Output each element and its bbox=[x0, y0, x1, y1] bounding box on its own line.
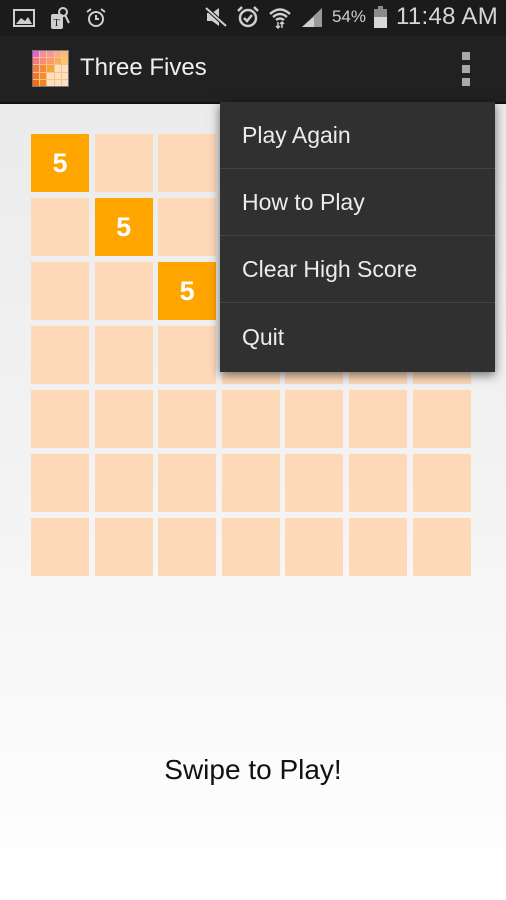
board-cell bbox=[94, 134, 153, 192]
menu-item-clear-high-score[interactable]: Clear High Score bbox=[220, 236, 495, 303]
board-cell bbox=[158, 454, 217, 512]
tile-five: 5 bbox=[31, 134, 89, 192]
alarm-notification-icon bbox=[84, 6, 108, 30]
more-vertical-icon-dot bbox=[462, 78, 470, 86]
board-cell bbox=[285, 518, 344, 576]
overflow-menu: Play Again How to Play Clear High Score … bbox=[220, 102, 495, 372]
tile-five: 5 bbox=[94, 198, 153, 256]
board-cell bbox=[412, 454, 471, 512]
board-cell bbox=[158, 326, 217, 384]
board-cell bbox=[285, 454, 344, 512]
board-cell bbox=[348, 518, 407, 576]
gallery-icon bbox=[12, 6, 36, 30]
more-vertical-icon-dot bbox=[462, 65, 470, 73]
board-cell bbox=[94, 262, 153, 320]
board-cell bbox=[31, 454, 89, 512]
menu-item-play-again[interactable]: Play Again bbox=[220, 102, 495, 169]
app-icon bbox=[32, 50, 69, 87]
board-cell bbox=[94, 518, 153, 576]
wifi-icon bbox=[268, 5, 292, 29]
battery-icon bbox=[374, 5, 388, 29]
board-cell bbox=[221, 390, 280, 448]
board-cell bbox=[412, 518, 471, 576]
board-cell bbox=[412, 390, 471, 448]
board-cell bbox=[348, 390, 407, 448]
mute-icon bbox=[204, 5, 228, 29]
board-cell bbox=[158, 518, 217, 576]
board-cell bbox=[158, 198, 217, 256]
alarm-icon bbox=[236, 5, 260, 29]
action-bar: Three Fives bbox=[0, 36, 506, 104]
more-vertical-icon bbox=[462, 52, 470, 60]
board-cell bbox=[94, 326, 153, 384]
board-cell bbox=[158, 134, 217, 192]
battery-percent: 54% bbox=[331, 7, 366, 26]
status-bar: T 54% 11:48 AM bbox=[0, 0, 506, 36]
board-cell bbox=[31, 390, 89, 448]
board-cell bbox=[31, 518, 89, 576]
svg-text:T: T bbox=[54, 18, 60, 29]
clock: 11:48 AM bbox=[395, 3, 498, 30]
overflow-menu-button[interactable] bbox=[454, 52, 478, 86]
app-title: Three Fives bbox=[80, 54, 207, 81]
board-cell bbox=[348, 454, 407, 512]
menu-item-how-to-play[interactable]: How to Play bbox=[220, 169, 495, 236]
tag-notification-icon: T bbox=[48, 6, 72, 30]
signal-icon bbox=[300, 5, 324, 29]
board-cell bbox=[285, 390, 344, 448]
board-cell bbox=[31, 326, 89, 384]
board-cell bbox=[94, 390, 153, 448]
board-cell bbox=[158, 390, 217, 448]
board-cell bbox=[221, 518, 280, 576]
board-cell bbox=[221, 454, 280, 512]
swipe-message: Swipe to Play! bbox=[164, 754, 342, 785]
menu-item-quit[interactable]: Quit bbox=[220, 303, 495, 372]
board-cell bbox=[31, 262, 89, 320]
tile-five: 5 bbox=[158, 262, 217, 320]
board-cell bbox=[31, 198, 89, 256]
board-cell bbox=[94, 454, 153, 512]
